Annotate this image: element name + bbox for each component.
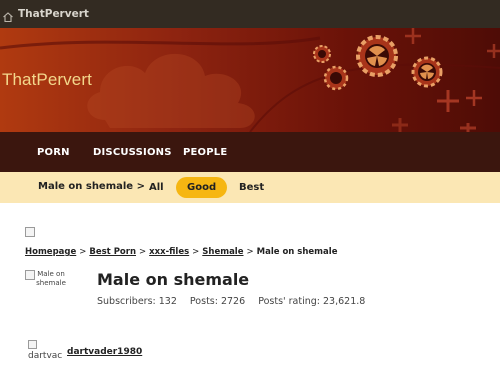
posts-rating: Posts' rating: 23,621.8	[258, 296, 366, 307]
broken-image-icon	[25, 227, 35, 237]
breadcrumb-current: Male on shemale	[256, 247, 338, 257]
filter-all[interactable]: All	[138, 177, 175, 198]
site-logo[interactable]: ThatPervert	[2, 70, 92, 90]
breadcrumb-shemale[interactable]: Shemale	[202, 247, 243, 257]
breadcrumb-best-porn[interactable]: Best Porn	[89, 247, 136, 257]
avatar[interactable]: dartvac	[28, 340, 62, 364]
nav-discussions[interactable]: DISCUSSIONS	[93, 147, 172, 158]
broken-image-icon	[25, 270, 35, 280]
nav-porn[interactable]: PORN	[37, 147, 70, 158]
breadcrumb-xxx-files[interactable]: xxx-files	[149, 247, 189, 257]
subscribers-count: Subscribers: 132	[97, 296, 177, 307]
filter-good[interactable]: Good	[176, 177, 228, 198]
main-nav: PORN DISCUSSIONS PEOPLE	[0, 132, 500, 172]
broken-image-icon	[28, 340, 37, 349]
top-bar: ThatPervert	[0, 0, 500, 28]
site-name-link[interactable]: ThatPervert	[18, 8, 89, 20]
group-stats: Subscribers: 132 Posts: 2726 Posts' rati…	[97, 296, 375, 307]
subnav-current-group[interactable]: Male on shemale >	[38, 181, 145, 192]
site-banner: ThatPervert	[0, 28, 500, 132]
page-title: Male on shemale	[97, 270, 250, 289]
post-author: dartvac dartvader1980	[28, 340, 228, 370]
username-link[interactable]: dartvader1980	[67, 347, 142, 357]
breadcrumb-homepage[interactable]: Homepage	[25, 247, 76, 257]
home-icon[interactable]	[2, 8, 14, 23]
avatar-alt: dartvac	[28, 351, 62, 361]
breadcrumb: Homepage > Best Porn > xxx-files > Shemale > Mal…	[25, 247, 338, 257]
group-avatar: Male on shemale	[25, 270, 75, 310]
sub-nav: Male on shemale > All Good Best	[0, 172, 500, 203]
posts-count: Posts: 2726	[189, 296, 246, 307]
filter-best[interactable]: Best	[228, 177, 275, 198]
nav-people[interactable]: PEOPLE	[183, 147, 227, 158]
